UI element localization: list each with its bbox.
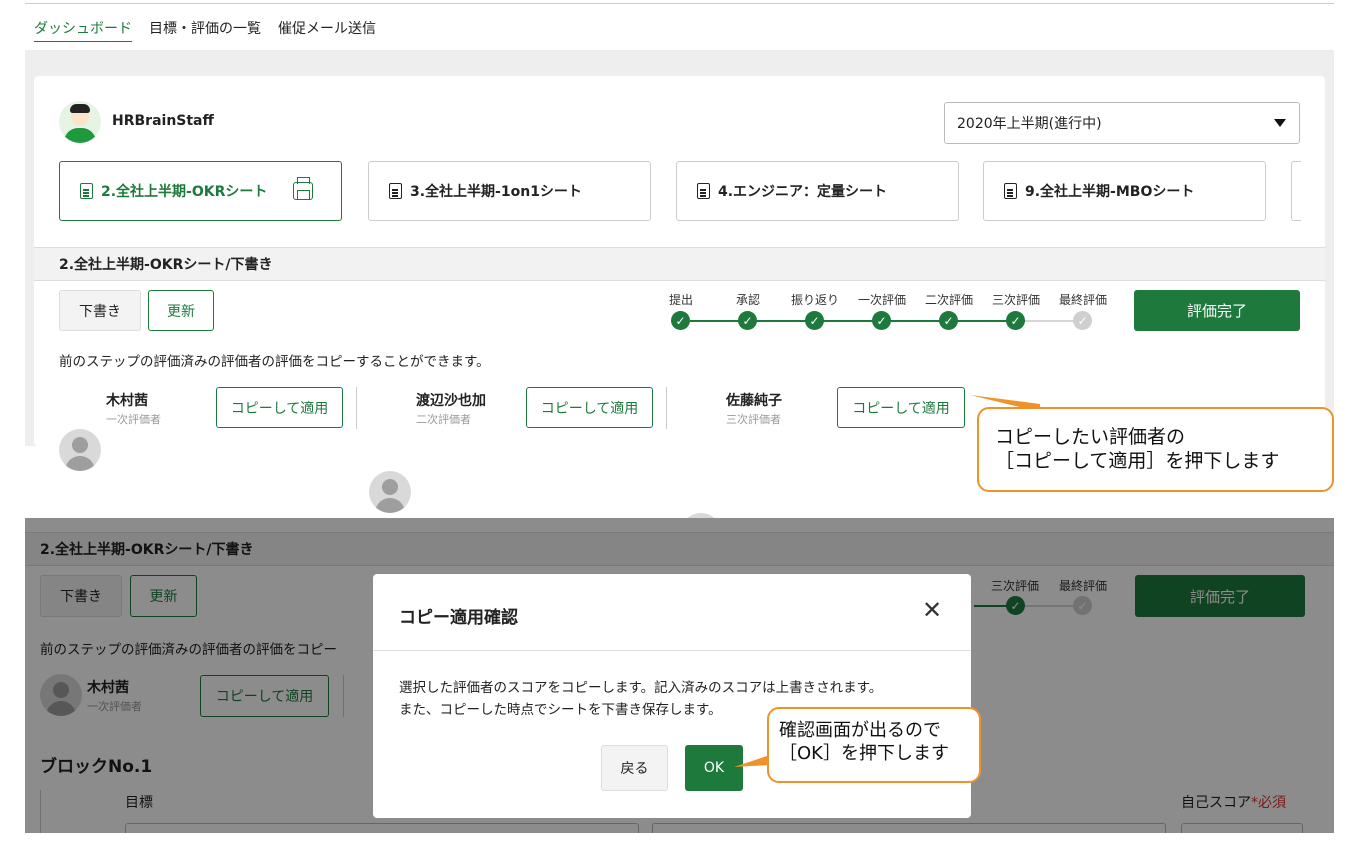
tab-mbo-sheet[interactable]: 9.全社上半期-MBOシート <box>983 161 1266 221</box>
period-select[interactable]: 2020年上半期(進行中) <box>944 102 1300 144</box>
check-icon: ✓ <box>1006 311 1025 330</box>
document-icon <box>697 183 710 199</box>
update-button[interactable]: 更新 <box>148 290 214 331</box>
evaluator-role: 一次評価者 <box>106 413 161 426</box>
document-icon <box>1004 183 1017 199</box>
nav-dashboard[interactable]: ダッシュボード <box>34 18 132 42</box>
step-label: 三次評価 <box>991 293 1040 307</box>
divider <box>666 387 667 429</box>
step-label: 二次評価 <box>924 293 973 307</box>
progress-stepper: 提出 承認 振り返り 一次評価 二次評価 三次評価 最終評価 ✓ ✓ ✓ ✓ ✓… <box>651 291 1131 331</box>
callout-instruction: 確認画面が出るので ［OK］を押下します <box>767 707 981 783</box>
tab-okr-sheet[interactable]: 2.全社上半期-OKRシート <box>59 161 342 221</box>
callout-line: ［OK］を押下します <box>779 743 949 764</box>
avatar <box>59 429 101 471</box>
check-icon: ✓ <box>671 311 690 330</box>
evaluator-name: 渡辺沙也加 <box>416 393 486 409</box>
step-label: 承認 <box>735 293 760 307</box>
nav-reminder-mail[interactable]: 催促メール送信 <box>278 18 376 42</box>
divider <box>356 387 357 429</box>
modal-divider <box>373 650 971 651</box>
draft-button[interactable]: 下書き <box>59 290 141 331</box>
step-label: 最終評価 <box>1058 293 1107 307</box>
copy-apply-button[interactable]: コピーして適用 <box>837 387 965 428</box>
modal-body-line: 選択した評価者のスコアをコピーします。記入済みのスコアは上書きされます。 <box>399 680 883 696</box>
close-icon[interactable]: ✕ <box>922 596 942 624</box>
tab-label: 9.全社上半期-MBOシート <box>1025 184 1195 200</box>
top-nav: ダッシュボード 目標・評価の一覧 催促メール送信 <box>34 18 376 42</box>
evaluator-name: 佐藤純子 <box>726 393 782 409</box>
copy-apply-button[interactable]: コピーして適用 <box>526 387 653 428</box>
period-select-value: 2020年上半期(進行中) <box>957 116 1102 132</box>
user-avatar <box>59 101 101 143</box>
nav-goal-list[interactable]: 目標・評価の一覧 <box>149 18 261 42</box>
step-label: 提出 <box>668 293 693 307</box>
check-icon: ✓ <box>939 311 958 330</box>
copy-info-text: 前のステップの評価済みの評価者の評価をコピーすることができます。 <box>59 354 490 370</box>
callout-line: ［コピーして適用］を押下します <box>995 450 1280 472</box>
complete-evaluation-button[interactable]: 評価完了 <box>1134 290 1300 331</box>
tab-engineer-sheet[interactable]: 4.エンジニア：定量シート <box>676 161 959 221</box>
tab-1on1-sheet[interactable]: 3.全社上半期-1on1シート <box>368 161 651 221</box>
tab-label: 3.全社上半期-1on1シート <box>410 184 582 200</box>
tab-label: 4.エンジニア：定量シート <box>718 184 888 200</box>
callout-line: 確認画面が出るので <box>779 720 941 741</box>
sheet-header: 2.全社上半期-OKRシート/下書き <box>34 247 1325 281</box>
evaluator-role: 三次評価者 <box>726 413 781 426</box>
back-button[interactable]: 戻る <box>601 745 668 791</box>
modal-title: コピー適用確認 <box>399 608 518 628</box>
caret-down-icon <box>1274 119 1286 127</box>
copy-apply-button[interactable]: コピーして適用 <box>216 387 343 428</box>
evaluator-role: 二次評価者 <box>416 413 471 426</box>
check-icon: ✓ <box>805 311 824 330</box>
tab-overflow[interactable] <box>1291 161 1301 221</box>
check-icon: ✓ <box>872 311 891 330</box>
print-icon[interactable] <box>293 177 314 200</box>
callout-instruction: コピーしたい評価者の ［コピーして適用］を押下します <box>977 407 1334 492</box>
step-label: 一次評価 <box>857 293 906 307</box>
step-label: 振り返り <box>790 293 839 307</box>
document-icon <box>389 183 402 199</box>
document-icon <box>80 183 93 199</box>
check-icon: ✓ <box>1073 311 1092 330</box>
user-name: HRBrainStaff <box>112 113 214 129</box>
check-icon: ✓ <box>738 311 757 330</box>
evaluator-name: 木村茜 <box>106 393 148 409</box>
tab-label: 2.全社上半期-OKRシート <box>101 184 268 200</box>
top-divider <box>25 3 1334 4</box>
avatar <box>369 471 411 513</box>
callout-line: コピーしたい評価者の <box>995 426 1186 448</box>
